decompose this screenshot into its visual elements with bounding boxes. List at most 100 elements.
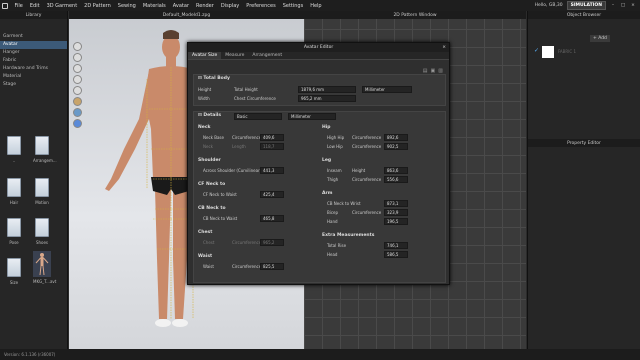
folder-icon [7,218,21,237]
height-input[interactable]: 1879,6 mm [298,86,356,93]
viewport-tab[interactable]: Default_Modeld1.zpg [69,11,304,19]
minimize-icon[interactable]: – [610,3,616,8]
xray-icon[interactable] [72,108,82,117]
menu-materials[interactable]: Materials [139,3,169,9]
check-icon[interactable]: ✓ [534,47,539,54]
library-item-hardware[interactable]: Hardware and Trims [0,65,67,73]
menu-3d-garment[interactable]: 3D Garment [43,3,81,9]
library-item-avatar[interactable]: Avatar [0,41,67,49]
measure-group-label: Leg [322,158,332,163]
library-thumb-hair[interactable]: Hair [5,178,23,205]
menu-preferences[interactable]: Preferences [243,3,279,9]
details-section: ⊟ Details Basic Millimeter Neck Neck Base… [193,111,446,283]
details-label: Details [203,113,222,118]
measure-input[interactable]: 746,1 [384,242,408,249]
measure-name: Low Hip [327,144,343,149]
tab-measure[interactable]: Measure [221,52,248,59]
measure-icon[interactable] [72,97,82,106]
avatar-editor-titlebar[interactable]: Avatar Editor × [188,43,449,52]
measure-name: Across Shoulder (Curvilinear) [203,168,262,173]
measure-name: Total Rise [327,243,347,248]
library-item-garment[interactable]: Garment [0,33,67,41]
arrangement-icon[interactable] [72,86,82,95]
measure-input[interactable]: 873,1 [384,200,408,207]
pose-icon[interactable] [72,75,82,84]
property-editor: Property Editor [527,139,640,349]
measure-name: Waist [203,264,214,269]
menu-sewing[interactable]: Sewing [114,3,139,9]
pattern-window-tab[interactable]: 2D Pattern Window [304,11,526,19]
avatar-editor-title: Avatar Editor [303,45,334,50]
measure-input[interactable]: 441,3 [260,167,284,174]
measure-group-label: Shoulder [198,158,221,163]
folder-icon [7,258,21,277]
measure-name: Head [327,252,338,257]
sphere-icon[interactable] [72,119,82,128]
library-thumb-up[interactable]: .. [5,136,23,163]
library-title: Library [0,11,67,19]
close-icon[interactable]: × [630,3,636,8]
measure-input[interactable]: 586,5 [384,251,408,258]
status-bar: Version: 6.1.136 (r36007) [0,349,640,360]
measure-input[interactable]: 892,6 [384,134,408,141]
measure-input[interactable]: 902,5 [384,143,408,150]
measure-name: Inseam [327,168,342,173]
measure-input[interactable]: 196,5 [384,218,408,225]
measure-name: CB Neck to Wrist [327,201,361,206]
measure-input[interactable]: 863,6 [384,167,408,174]
measure-input[interactable]: 465,8 [260,215,284,222]
maximize-icon[interactable]: □ [620,3,626,8]
menu-settings[interactable]: Settings [279,3,307,9]
menu-help[interactable]: Help [307,3,325,9]
library-thumb-arrangement[interactable]: Arrangem... [33,136,57,163]
menu-display[interactable]: Display [217,3,242,9]
library-item-hanger[interactable]: Hanger [0,49,67,57]
measure-input[interactable]: 556,6 [384,176,408,183]
menu-edit[interactable]: Edit [26,3,43,9]
measure-input[interactable]: 118,7 [260,143,284,150]
library-thumb-motion[interactable]: Motion [33,178,51,205]
tab-avatar-size[interactable]: Avatar Size [188,52,222,59]
menu-2d-pattern[interactable]: 2D Pattern [81,3,115,9]
measure-input[interactable]: 965,2 [260,239,284,246]
measure-group-label: Waist [198,254,213,259]
garment-display-icon[interactable] [72,53,82,62]
avatar-display-icon[interactable] [72,42,82,51]
measure-sub-label: Circumference [352,177,382,182]
menu-file[interactable]: File [11,3,26,9]
library-thumb-size[interactable]: Size [5,258,23,285]
folder-icon [35,218,49,237]
fabric-name[interactable]: FABRIC 1 [558,49,576,54]
library-item-fabric[interactable]: Fabric [0,57,67,65]
menu-avatar[interactable]: Avatar [169,3,192,9]
library-thumb-avatar-file[interactable]: MKG_T...avt [33,251,56,284]
measure-group-label: Extra Measurements [322,233,375,238]
measure-group-label: Chest [198,230,213,235]
library-thumb-pose[interactable]: Pose [5,218,23,245]
viewport-toolbar [70,41,84,141]
library-thumb-shoes[interactable]: Shoes [33,218,51,245]
measure-name: CB Neck to Waist [203,216,238,221]
texture-display-icon[interactable] [72,64,82,73]
detail-unit-select[interactable]: Millimeter [288,113,336,120]
library-item-stage[interactable]: Stage [0,81,67,89]
library-item-material[interactable]: Material [0,73,67,81]
measure-input[interactable]: 409,6 [260,134,284,141]
tab-arrangement[interactable]: Arrangement [248,52,286,59]
measure-input[interactable]: 825,5 [260,263,284,270]
width-input[interactable]: 965,2 mm [298,95,356,102]
measure-input[interactable]: 323,9 [384,209,408,216]
height-sub-label: Total Height [234,87,258,92]
unit-select[interactable]: Millimeter [362,86,412,93]
simulation-mode-button[interactable]: SIMULATION [566,1,606,10]
measure-group-label: Arm [322,191,333,196]
detail-mode-select[interactable]: Basic [234,113,282,120]
measure-input[interactable]: 425,4 [260,191,284,198]
menu-render[interactable]: Render [193,3,218,9]
measure-group-label: CB Neck to [198,206,226,211]
fabric-swatch[interactable] [542,46,554,58]
user-label[interactable]: Hello, GB,30 [535,3,563,8]
dialog-close-icon[interactable]: × [442,43,446,52]
add-button[interactable]: + Add [590,35,610,42]
measure-group-label: Hip [322,125,331,130]
